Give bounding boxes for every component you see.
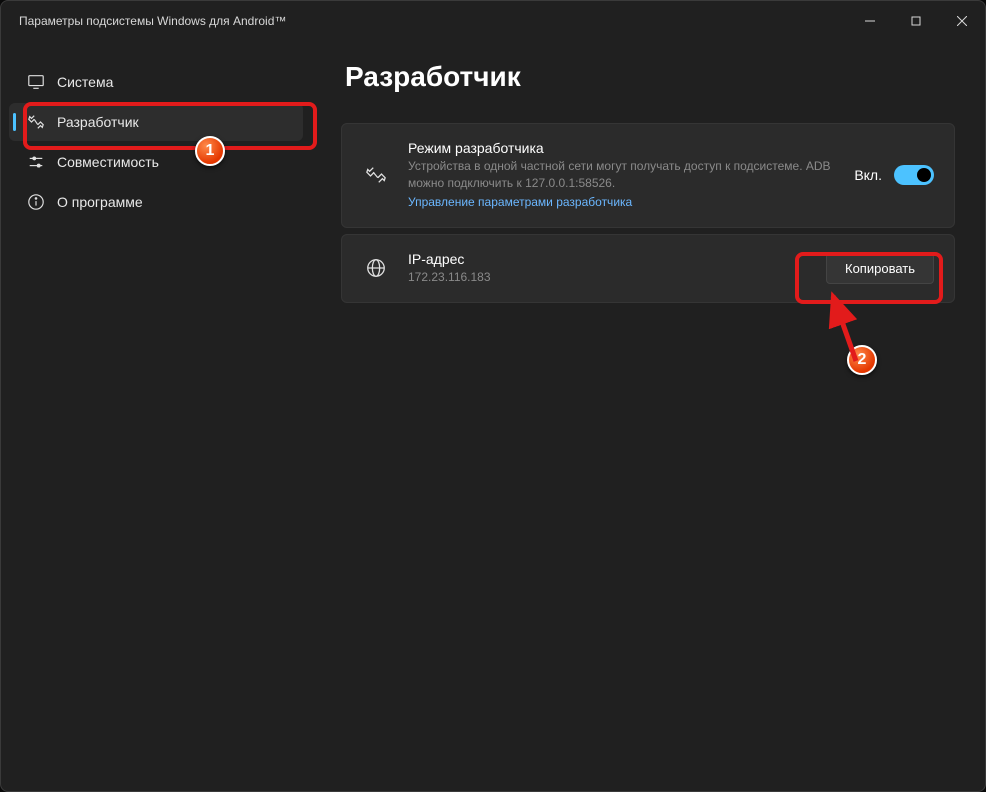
close-button[interactable] bbox=[939, 1, 985, 41]
maximize-button[interactable] bbox=[893, 1, 939, 41]
tools-icon bbox=[27, 113, 45, 131]
ip-value: 172.23.116.183 bbox=[408, 269, 826, 286]
sidebar-item-developer[interactable]: Разработчик bbox=[9, 103, 303, 141]
tools-icon bbox=[362, 161, 390, 189]
devmode-toggle[interactable] bbox=[894, 165, 934, 185]
titlebar: Параметры подсистемы Windows для Android… bbox=[1, 1, 985, 41]
sidebar-item-about[interactable]: О программе bbox=[9, 183, 303, 221]
monitor-icon bbox=[27, 73, 45, 91]
page-title: Разработчик bbox=[345, 61, 955, 93]
sidebar-item-label: Совместимость bbox=[57, 154, 159, 170]
sidebar-item-label: Система bbox=[57, 74, 113, 90]
main-content: Разработчик Режим разработчика Устройств… bbox=[311, 41, 985, 791]
info-icon bbox=[27, 193, 45, 211]
sidebar: Система Разработчик Совместимость О прог… bbox=[1, 41, 311, 791]
sidebar-item-system[interactable]: Система bbox=[9, 63, 303, 101]
sidebar-item-label: Разработчик bbox=[57, 114, 139, 130]
window-title: Параметры подсистемы Windows для Android… bbox=[19, 14, 286, 28]
copy-button[interactable]: Копировать bbox=[826, 253, 934, 284]
devmode-title: Режим разработчика bbox=[408, 140, 854, 156]
maximize-icon bbox=[911, 16, 921, 26]
devmode-link[interactable]: Управление параметрами разработчика bbox=[408, 195, 632, 209]
minimize-icon bbox=[865, 16, 875, 26]
sliders-icon bbox=[27, 153, 45, 171]
sidebar-item-compatibility[interactable]: Совместимость bbox=[9, 143, 303, 181]
devmode-desc: Устройства в одной частной сети могут по… bbox=[408, 158, 854, 193]
app-window: Параметры подсистемы Windows для Android… bbox=[0, 0, 986, 792]
close-icon bbox=[957, 16, 967, 26]
ip-title: IP-адрес bbox=[408, 251, 826, 267]
devmode-card: Режим разработчика Устройства в одной ча… bbox=[341, 123, 955, 228]
toggle-label: Вкл. bbox=[854, 167, 882, 183]
sidebar-item-label: О программе bbox=[57, 194, 143, 210]
globe-icon bbox=[362, 254, 390, 282]
minimize-button[interactable] bbox=[847, 1, 893, 41]
ip-card: IP-адрес 172.23.116.183 Копировать bbox=[341, 234, 955, 303]
